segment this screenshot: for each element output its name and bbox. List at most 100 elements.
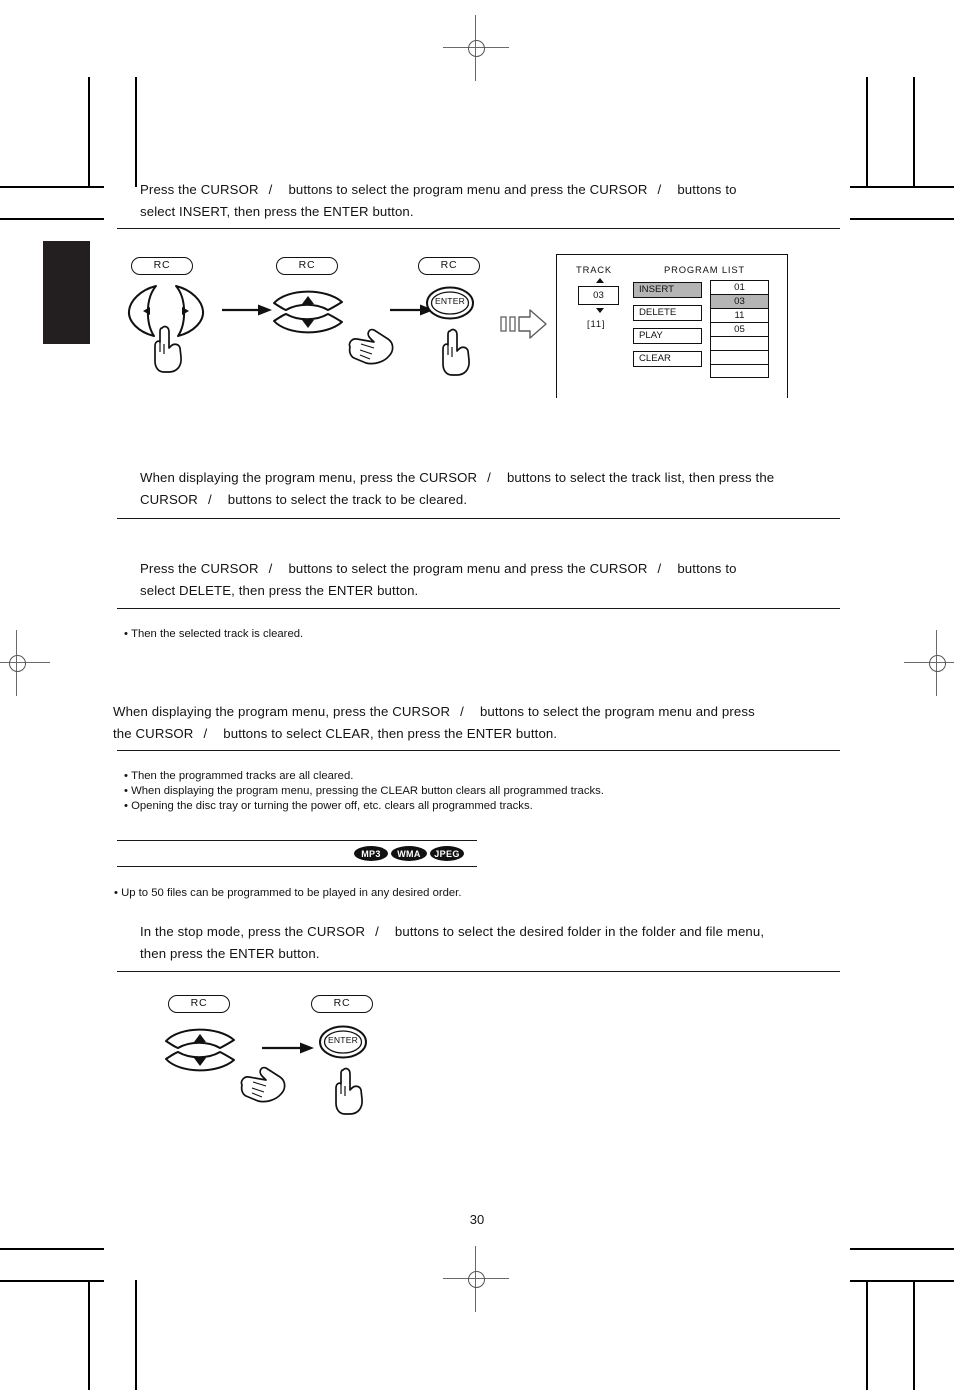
crop-mark-top-right-h2	[850, 218, 954, 220]
rc-label-3: RC	[418, 257, 480, 275]
crop-mark-top-right-v2	[913, 77, 915, 187]
program-list-row[interactable]	[710, 350, 769, 364]
hand-pointer-icon-1	[148, 322, 188, 374]
step1-line2: select INSERT, then press the ENTER butt…	[140, 203, 414, 219]
program-list-row[interactable]: 11	[710, 308, 769, 322]
step5-note-1: • Up to 50 files can be programmed to be…	[114, 887, 462, 899]
step3-line1-slash-1: /	[268, 561, 273, 576]
crop-mark-top-left-v2	[135, 77, 137, 187]
step5-notes: • Up to 50 files can be programmed to be…	[114, 886, 461, 901]
step2-divider	[117, 518, 840, 520]
panel-border-left	[556, 254, 558, 398]
step5-line1-slash: /	[375, 924, 379, 939]
step4-line1-part-a: When displaying the program menu, press …	[113, 704, 451, 719]
crop-mark-bottom-right-v2	[913, 1280, 915, 1390]
step1-line1-part-c: buttons to	[677, 182, 737, 197]
enter-key-bottom-label: ENTER	[328, 1035, 358, 1045]
enter-key-label: ENTER	[435, 296, 465, 306]
program-list-row[interactable]	[710, 364, 769, 378]
badges-divider-bottom	[117, 866, 477, 868]
step5-line1-part-b: buttons to select the desired folder in …	[394, 924, 765, 939]
crop-mark-bottom-right-h	[850, 1248, 954, 1250]
panel-border-right	[786, 254, 788, 398]
menu-item-clear[interactable]: CLEAR	[633, 351, 702, 367]
step1-line1-slash-2: /	[657, 182, 662, 197]
step2-line2-part-b: buttons to select the track to be cleare…	[227, 491, 468, 507]
program-list-title: PROGRAM LIST	[664, 264, 745, 275]
hand-pointer-icon-5	[329, 1064, 369, 1116]
track-column-label: TRACK	[576, 264, 613, 275]
rc-label-1: RC	[131, 257, 193, 275]
program-list-row[interactable]: 05	[710, 322, 769, 336]
step4-note-1: • Then the programmed tracks are all cle…	[124, 770, 354, 782]
step2-line1-part-b: buttons to select the track list, then p…	[506, 470, 775, 485]
menu-item-delete[interactable]: DELETE	[633, 305, 702, 321]
step4-line2-part-b: buttons to select CLEAR, then press the …	[223, 725, 558, 741]
track-down-arrow-icon[interactable]	[596, 308, 604, 313]
crop-mark-bottom-left-v2	[135, 1280, 137, 1390]
crop-mark-top-right-v	[866, 77, 868, 187]
step5-line2: then press the ENTER button.	[140, 945, 320, 961]
page-number: 30	[469, 1212, 485, 1227]
arrow-step1-to-step2	[222, 303, 272, 317]
step4-notes: • Then the programmed tracks are all cle…	[124, 769, 604, 815]
step3-note-1: • Then the selected track is cleared.	[124, 628, 304, 640]
step1-line1-slash-1: /	[268, 182, 273, 197]
crop-mark-bottom-left-v	[88, 1280, 90, 1390]
hand-pointer-icon-3	[436, 325, 476, 377]
step4-note-2: • When displaying the program menu, pres…	[124, 785, 604, 798]
crop-mark-top-left-h2	[0, 218, 104, 220]
track-up-arrow-icon[interactable]	[596, 278, 604, 283]
step3-line1-part-c: buttons to	[677, 561, 737, 576]
badge-mp3: MP3	[354, 846, 388, 861]
rc-label-bottom-1: RC	[168, 995, 230, 1013]
program-list-row[interactable]: 01	[710, 280, 769, 294]
step1-paragraph: Press the CURSOR / buttons to select the p…	[140, 179, 840, 222]
step2-line2-slash: /	[207, 491, 212, 507]
step3-line2: select DELETE, then press the ENTER butt…	[140, 582, 419, 598]
badges-divider-top	[117, 840, 477, 842]
step3-line1-slash-2: /	[657, 561, 662, 576]
step4-divider	[117, 750, 840, 752]
step1-line1-part-a: Press the CURSOR	[140, 182, 259, 197]
program-menu-panel: TRACK 03 [11] PROGRAM LIST INSERT DELETE…	[556, 254, 788, 398]
crop-mark-bottom-left-h	[0, 1248, 104, 1250]
hand-pointer-icon-2	[344, 325, 396, 367]
hand-pointer-icon-4	[236, 1063, 288, 1105]
step2-line1-part-a: When displaying the program menu, press …	[140, 470, 478, 485]
track-total-label: [11]	[587, 318, 606, 329]
step4-line2-part-a: the CURSOR	[113, 725, 194, 741]
step5-divider	[117, 971, 840, 973]
registration-mark-left	[0, 630, 50, 696]
panel-border-top	[556, 254, 788, 256]
step3-line1-part-a: Press the CURSOR	[140, 561, 259, 576]
step4-line2-slash: /	[203, 725, 208, 741]
step1-divider	[117, 228, 840, 230]
rc-label-bottom-2: RC	[311, 995, 373, 1013]
step5-line1-part-a: In the stop mode, press the CURSOR	[140, 924, 366, 939]
step2-paragraph: When displaying the program menu, press …	[140, 467, 840, 510]
step4-paragraph: When displaying the program menu, press …	[113, 701, 843, 744]
program-list-row[interactable]: 03	[710, 294, 769, 308]
step4-note-3: • Opening the disc tray or turning the p…	[124, 800, 533, 813]
registration-mark-bottom	[443, 1246, 509, 1312]
menu-item-play[interactable]: PLAY	[633, 328, 702, 344]
badge-wma: WMA	[391, 846, 427, 861]
crop-mark-top-left-v	[88, 77, 90, 187]
cursor-up-down-keys[interactable]	[268, 283, 348, 345]
step3-line1-part-b: buttons to select the program menu and p…	[288, 561, 648, 576]
step2-line2-part-a: CURSOR	[140, 491, 198, 507]
menu-item-insert[interactable]: INSERT	[633, 282, 702, 298]
step5-paragraph: In the stop mode, press the CURSOR / butto…	[140, 921, 840, 964]
result-block-arrow-icon	[500, 307, 548, 341]
registration-mark-right	[904, 630, 954, 696]
badge-jpeg: JPEG	[430, 846, 464, 861]
step4-line1-part-b: buttons to select the program menu and p…	[479, 704, 755, 719]
crop-mark-bottom-right-v	[866, 1280, 868, 1390]
step3-notes: • Then the selected track is cleared.	[124, 627, 303, 642]
step1-line1-part-b: buttons to select the program menu and p…	[288, 182, 648, 197]
program-list-row[interactable]	[710, 336, 769, 350]
cursor-up-down-keys-bottom[interactable]	[160, 1021, 240, 1083]
arrow-step5-to-enter	[262, 1041, 314, 1055]
registration-mark-top	[443, 15, 509, 81]
